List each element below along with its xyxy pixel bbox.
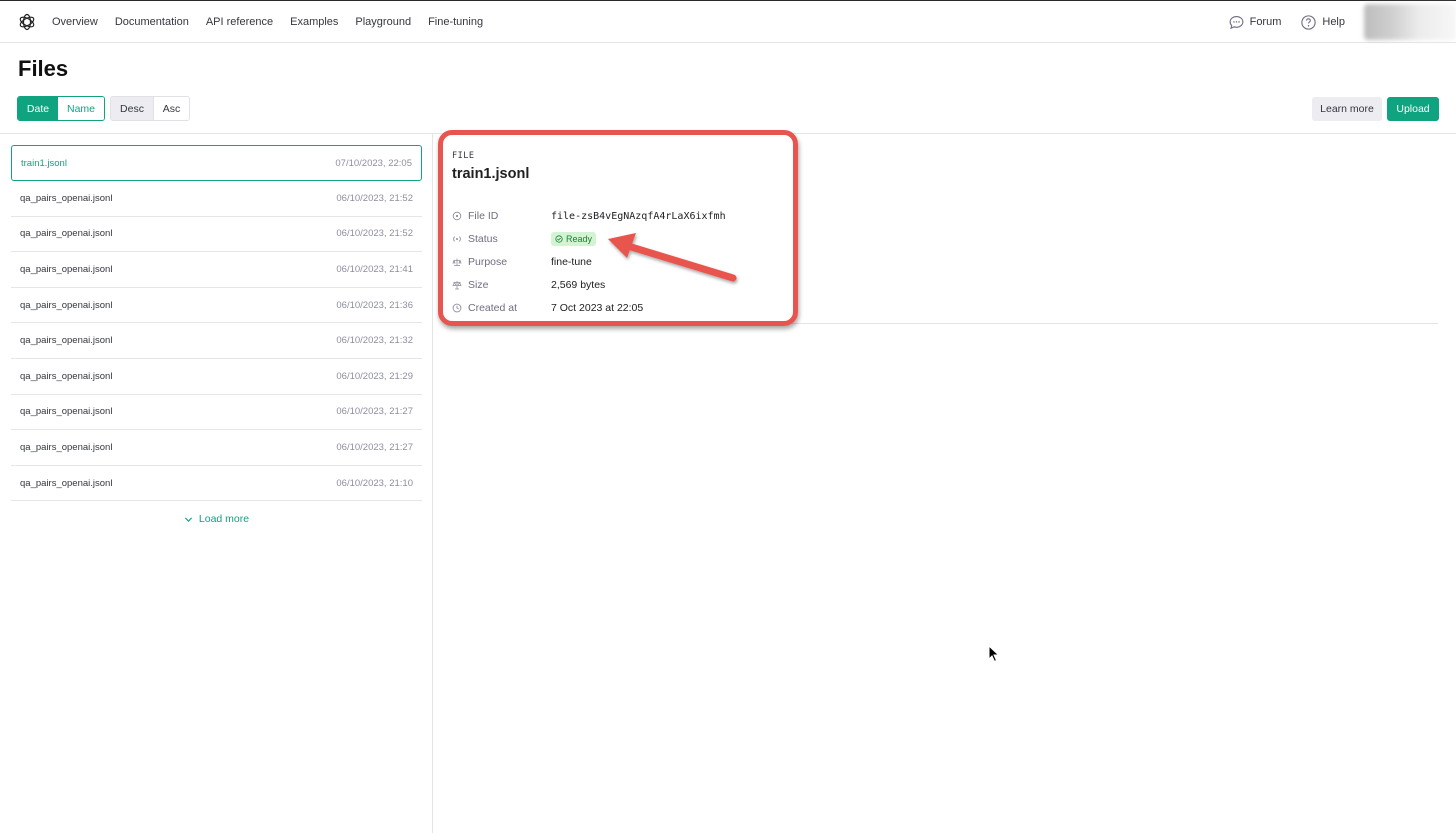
help-button[interactable]: Help: [1300, 14, 1345, 31]
file-name: qa_pairs_openai.jsonl: [20, 370, 113, 382]
sort-date-button[interactable]: Date: [18, 97, 58, 120]
file-date: 06/10/2023, 21:27: [336, 441, 413, 453]
openai-logo-icon[interactable]: [17, 12, 37, 32]
help-label: Help: [1322, 16, 1345, 28]
forum-label: Forum: [1249, 16, 1282, 28]
annotation-highlight-box: [438, 130, 798, 326]
file-date: 06/10/2023, 21:32: [336, 335, 413, 347]
file-name: qa_pairs_openai.jsonl: [20, 192, 113, 204]
order-desc-button[interactable]: Desc: [111, 97, 153, 120]
forum-button[interactable]: Forum: [1228, 14, 1282, 31]
file-name: qa_pairs_openai.jsonl: [20, 406, 113, 418]
file-list-item[interactable]: qa_pairs_openai.jsonl 06/10/2023, 21:29: [11, 359, 422, 395]
nav-link-documentation[interactable]: Documentation: [115, 16, 189, 28]
panel-divider: [432, 134, 433, 833]
nav-link-fine-tuning[interactable]: Fine-tuning: [428, 16, 483, 28]
upload-button[interactable]: Upload: [1387, 97, 1439, 121]
file-list-item[interactable]: qa_pairs_openai.jsonl 06/10/2023, 21:36: [11, 288, 422, 324]
top-nav: Overview Documentation API reference Exa…: [0, 1, 1456, 43]
nav-links: Overview Documentation API reference Exa…: [52, 1, 483, 43]
file-name: qa_pairs_openai.jsonl: [20, 263, 113, 275]
question-circle-icon: [1301, 14, 1317, 30]
sort-name-button[interactable]: Name: [58, 97, 104, 120]
file-list-item[interactable]: train1.jsonl 07/10/2023, 22:05: [11, 145, 422, 181]
file-date: 06/10/2023, 21:41: [336, 263, 413, 275]
order-asc-button[interactable]: Asc: [153, 97, 189, 120]
file-name: qa_pairs_openai.jsonl: [20, 441, 113, 453]
file-date: 07/10/2023, 22:05: [335, 157, 412, 169]
file-date: 06/10/2023, 21:52: [336, 228, 413, 240]
file-list-item[interactable]: qa_pairs_openai.jsonl 06/10/2023, 21:52: [11, 181, 422, 217]
nav-link-api-reference[interactable]: API reference: [206, 16, 273, 28]
file-date: 06/10/2023, 21:27: [336, 406, 413, 418]
page-title: Files: [18, 56, 69, 81]
file-name: qa_pairs_openai.jsonl: [20, 299, 113, 311]
file-name: qa_pairs_openai.jsonl: [20, 335, 113, 347]
load-more-button[interactable]: Load more: [11, 511, 422, 527]
file-list-item[interactable]: qa_pairs_openai.jsonl 06/10/2023, 21:32: [11, 323, 422, 359]
chat-bubble-icon: [1229, 15, 1244, 29]
learn-more-button[interactable]: Learn more: [1312, 97, 1382, 121]
file-list-item[interactable]: qa_pairs_openai.jsonl 06/10/2023, 21:41: [11, 252, 422, 288]
file-list-item[interactable]: qa_pairs_openai.jsonl 06/10/2023, 21:27: [11, 430, 422, 466]
file-date: 06/10/2023, 21:10: [336, 477, 413, 489]
nav-right: Forum Help: [1228, 1, 1456, 43]
nav-link-playground[interactable]: Playground: [355, 16, 411, 28]
file-list-item[interactable]: qa_pairs_openai.jsonl 06/10/2023, 21:27: [11, 395, 422, 431]
file-date: 06/10/2023, 21:52: [336, 192, 413, 204]
file-name: train1.jsonl: [21, 157, 67, 169]
file-name: qa_pairs_openai.jsonl: [20, 228, 113, 240]
sort-order-toggle: Desc Asc: [110, 96, 190, 121]
annotation-arrow-icon: [608, 233, 737, 282]
nav-link-examples[interactable]: Examples: [290, 16, 338, 28]
account-menu[interactable]: [1364, 4, 1456, 40]
mouse-cursor-icon: [988, 645, 1000, 663]
chevron-down-icon: [184, 516, 192, 522]
load-more-label: Load more: [198, 513, 250, 525]
nav-link-overview[interactable]: Overview: [52, 16, 98, 28]
file-date: 06/10/2023, 21:29: [336, 370, 413, 382]
file-list-item[interactable]: qa_pairs_openai.jsonl 06/10/2023, 21:10: [11, 466, 422, 502]
sort-by-toggle: Date Name: [17, 96, 105, 121]
file-name: qa_pairs_openai.jsonl: [20, 477, 113, 489]
file-date: 06/10/2023, 21:36: [336, 299, 413, 311]
file-list: train1.jsonl 07/10/2023, 22:05 qa_pairs_…: [11, 145, 422, 502]
file-list-item[interactable]: qa_pairs_openai.jsonl 06/10/2023, 21:52: [11, 217, 422, 253]
